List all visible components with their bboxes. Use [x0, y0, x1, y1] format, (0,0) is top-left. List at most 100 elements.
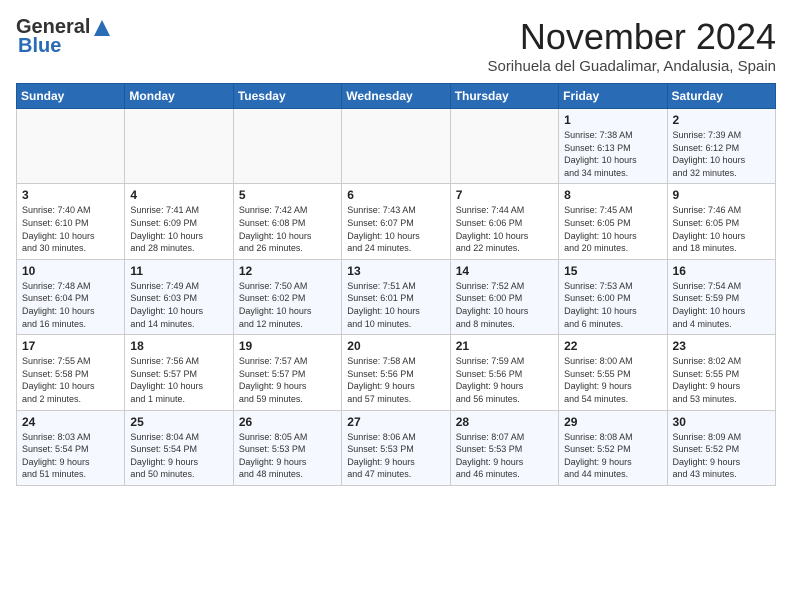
day-info: Sunrise: 7:39 AM Sunset: 6:12 PM Dayligh…: [673, 129, 770, 179]
calendar-cell: 14 Sunrise: 7:52 AM Sunset: 6:00 PM Dayli…: [450, 259, 558, 334]
calendar-cell: 9 Sunrise: 7:46 AM Sunset: 6:05 PM Daylig…: [667, 184, 775, 259]
title-block: November 2024 Sorihuela del Guadalimar, …: [487, 16, 776, 75]
calendar-cell: 15 Sunrise: 7:53 AM Sunset: 6:00 PM Dayli…: [559, 259, 667, 334]
location-subtitle: Sorihuela del Guadalimar, Andalusia, Spa…: [487, 58, 776, 75]
day-number: 3: [22, 188, 119, 202]
month-title: November 2024: [487, 16, 776, 58]
day-info: Sunrise: 8:09 AM Sunset: 5:52 PM Dayligh…: [673, 431, 770, 481]
day-info: Sunrise: 7:54 AM Sunset: 5:59 PM Dayligh…: [673, 280, 770, 330]
calendar-cell: 13 Sunrise: 7:51 AM Sunset: 6:01 PM Dayli…: [342, 259, 450, 334]
calendar-cell: 10Sunrise: 7:48 AM Sunset: 6:04 PM Dayli…: [17, 259, 125, 334]
day-info: Sunrise: 7:59 AM Sunset: 5:56 PM Dayligh…: [456, 355, 553, 405]
calendar-cell: 27 Sunrise: 8:06 AM Sunset: 5:53 PM Dayli…: [342, 410, 450, 485]
calendar-cell: 7 Sunrise: 7:44 AM Sunset: 6:06 PM Daylig…: [450, 184, 558, 259]
calendar-cell: 21 Sunrise: 7:59 AM Sunset: 5:56 PM Dayli…: [450, 335, 558, 410]
day-info: Sunrise: 7:51 AM Sunset: 6:01 PM Dayligh…: [347, 280, 444, 330]
day-info: Sunrise: 7:57 AM Sunset: 5:57 PM Dayligh…: [239, 355, 336, 405]
calendar-cell: 5Sunrise: 7:42 AM Sunset: 6:08 PM Daylig…: [233, 184, 341, 259]
calendar-cell: [450, 109, 558, 184]
day-number: 22: [564, 339, 661, 353]
day-info: Sunrise: 7:50 AM Sunset: 6:02 PM Dayligh…: [239, 280, 336, 330]
calendar-cell: [125, 109, 233, 184]
day-info: Sunrise: 7:46 AM Sunset: 6:05 PM Dayligh…: [673, 204, 770, 254]
day-number: 14: [456, 264, 553, 278]
day-info: Sunrise: 8:06 AM Sunset: 5:53 PM Dayligh…: [347, 431, 444, 481]
day-info: Sunrise: 8:07 AM Sunset: 5:53 PM Dayligh…: [456, 431, 553, 481]
calendar-header-row: SundayMondayTuesdayWednesdayThursdayFrid…: [17, 84, 776, 109]
calendar-cell: 2 Sunrise: 7:39 AM Sunset: 6:12 PM Daylig…: [667, 109, 775, 184]
day-info: Sunrise: 8:04 AM Sunset: 5:54 PM Dayligh…: [130, 431, 227, 481]
day-info: Sunrise: 7:52 AM Sunset: 6:00 PM Dayligh…: [456, 280, 553, 330]
calendar-cell: 24 Sunrise: 8:03 AM Sunset: 5:54 PM Dayli…: [17, 410, 125, 485]
calendar-cell: 26 Sunrise: 8:05 AM Sunset: 5:53 PM Dayli…: [233, 410, 341, 485]
day-number: 27: [347, 415, 444, 429]
day-number: 9: [673, 188, 770, 202]
logo-blue: Blue: [18, 35, 61, 58]
day-number: 19: [239, 339, 336, 353]
col-header-thursday: Thursday: [450, 84, 558, 109]
col-header-sunday: Sunday: [17, 84, 125, 109]
calendar-cell: 28Sunrise: 8:07 AM Sunset: 5:53 PM Dayli…: [450, 410, 558, 485]
calendar-cell: 18Sunrise: 7:56 AM Sunset: 5:57 PM Dayli…: [125, 335, 233, 410]
day-info: Sunrise: 7:38 AM Sunset: 6:13 PM Dayligh…: [564, 129, 661, 179]
day-number: 2: [673, 113, 770, 127]
calendar-cell: 11 Sunrise: 7:49 AM Sunset: 6:03 PM Dayli…: [125, 259, 233, 334]
day-info: Sunrise: 7:49 AM Sunset: 6:03 PM Dayligh…: [130, 280, 227, 330]
calendar-cell: 20Sunrise: 7:58 AM Sunset: 5:56 PM Dayli…: [342, 335, 450, 410]
day-number: 20: [347, 339, 444, 353]
calendar-cell: 6Sunrise: 7:43 AM Sunset: 6:07 PM Daylig…: [342, 184, 450, 259]
day-info: Sunrise: 7:53 AM Sunset: 6:00 PM Dayligh…: [564, 280, 661, 330]
day-info: Sunrise: 7:45 AM Sunset: 6:05 PM Dayligh…: [564, 204, 661, 254]
week-row-5: 24 Sunrise: 8:03 AM Sunset: 5:54 PM Dayli…: [17, 410, 776, 485]
day-info: Sunrise: 7:44 AM Sunset: 6:06 PM Dayligh…: [456, 204, 553, 254]
col-header-wednesday: Wednesday: [342, 84, 450, 109]
day-number: 8: [564, 188, 661, 202]
day-number: 25: [130, 415, 227, 429]
day-number: 23: [673, 339, 770, 353]
week-row-2: 3 Sunrise: 7:40 AM Sunset: 6:10 PM Daylig…: [17, 184, 776, 259]
week-row-1: 1 Sunrise: 7:38 AM Sunset: 6:13 PM Daylig…: [17, 109, 776, 184]
day-number: 10: [22, 264, 119, 278]
calendar-cell: 16 Sunrise: 7:54 AM Sunset: 5:59 PM Dayli…: [667, 259, 775, 334]
calendar-cell: [342, 109, 450, 184]
calendar-cell: 17 Sunrise: 7:55 AM Sunset: 5:58 PM Dayli…: [17, 335, 125, 410]
calendar-cell: 4 Sunrise: 7:41 AM Sunset: 6:09 PM Daylig…: [125, 184, 233, 259]
calendar-cell: 8 Sunrise: 7:45 AM Sunset: 6:05 PM Daylig…: [559, 184, 667, 259]
day-info: Sunrise: 7:43 AM Sunset: 6:07 PM Dayligh…: [347, 204, 444, 254]
day-number: 1: [564, 113, 661, 127]
day-info: Sunrise: 7:40 AM Sunset: 6:10 PM Dayligh…: [22, 204, 119, 254]
day-number: 4: [130, 188, 227, 202]
day-info: Sunrise: 8:03 AM Sunset: 5:54 PM Dayligh…: [22, 431, 119, 481]
calendar-table: SundayMondayTuesdayWednesdayThursdayFrid…: [16, 83, 776, 486]
day-number: 16: [673, 264, 770, 278]
day-info: Sunrise: 8:00 AM Sunset: 5:55 PM Dayligh…: [564, 355, 661, 405]
calendar-cell: [17, 109, 125, 184]
day-info: Sunrise: 7:56 AM Sunset: 5:57 PM Dayligh…: [130, 355, 227, 405]
day-number: 13: [347, 264, 444, 278]
day-number: 26: [239, 415, 336, 429]
calendar-cell: 3 Sunrise: 7:40 AM Sunset: 6:10 PM Daylig…: [17, 184, 125, 259]
day-number: 7: [456, 188, 553, 202]
day-info: Sunrise: 7:41 AM Sunset: 6:09 PM Dayligh…: [130, 204, 227, 254]
day-number: 5: [239, 188, 336, 202]
week-row-3: 10Sunrise: 7:48 AM Sunset: 6:04 PM Dayli…: [17, 259, 776, 334]
calendar-cell: 22 Sunrise: 8:00 AM Sunset: 5:55 PM Dayli…: [559, 335, 667, 410]
day-info: Sunrise: 8:02 AM Sunset: 5:55 PM Dayligh…: [673, 355, 770, 405]
day-number: 17: [22, 339, 119, 353]
day-number: 24: [22, 415, 119, 429]
col-header-monday: Monday: [125, 84, 233, 109]
day-number: 21: [456, 339, 553, 353]
col-header-friday: Friday: [559, 84, 667, 109]
calendar-cell: 29Sunrise: 8:08 AM Sunset: 5:52 PM Dayli…: [559, 410, 667, 485]
day-info: Sunrise: 7:55 AM Sunset: 5:58 PM Dayligh…: [22, 355, 119, 405]
day-number: 15: [564, 264, 661, 278]
logo: General Blue: [16, 16, 112, 58]
day-info: Sunrise: 8:05 AM Sunset: 5:53 PM Dayligh…: [239, 431, 336, 481]
calendar-cell: 25 Sunrise: 8:04 AM Sunset: 5:54 PM Dayli…: [125, 410, 233, 485]
calendar-cell: 30Sunrise: 8:09 AM Sunset: 5:52 PM Dayli…: [667, 410, 775, 485]
calendar-cell: [233, 109, 341, 184]
calendar-cell: 23 Sunrise: 8:02 AM Sunset: 5:55 PM Dayli…: [667, 335, 775, 410]
col-header-saturday: Saturday: [667, 84, 775, 109]
day-number: 29: [564, 415, 661, 429]
day-number: 11: [130, 264, 227, 278]
